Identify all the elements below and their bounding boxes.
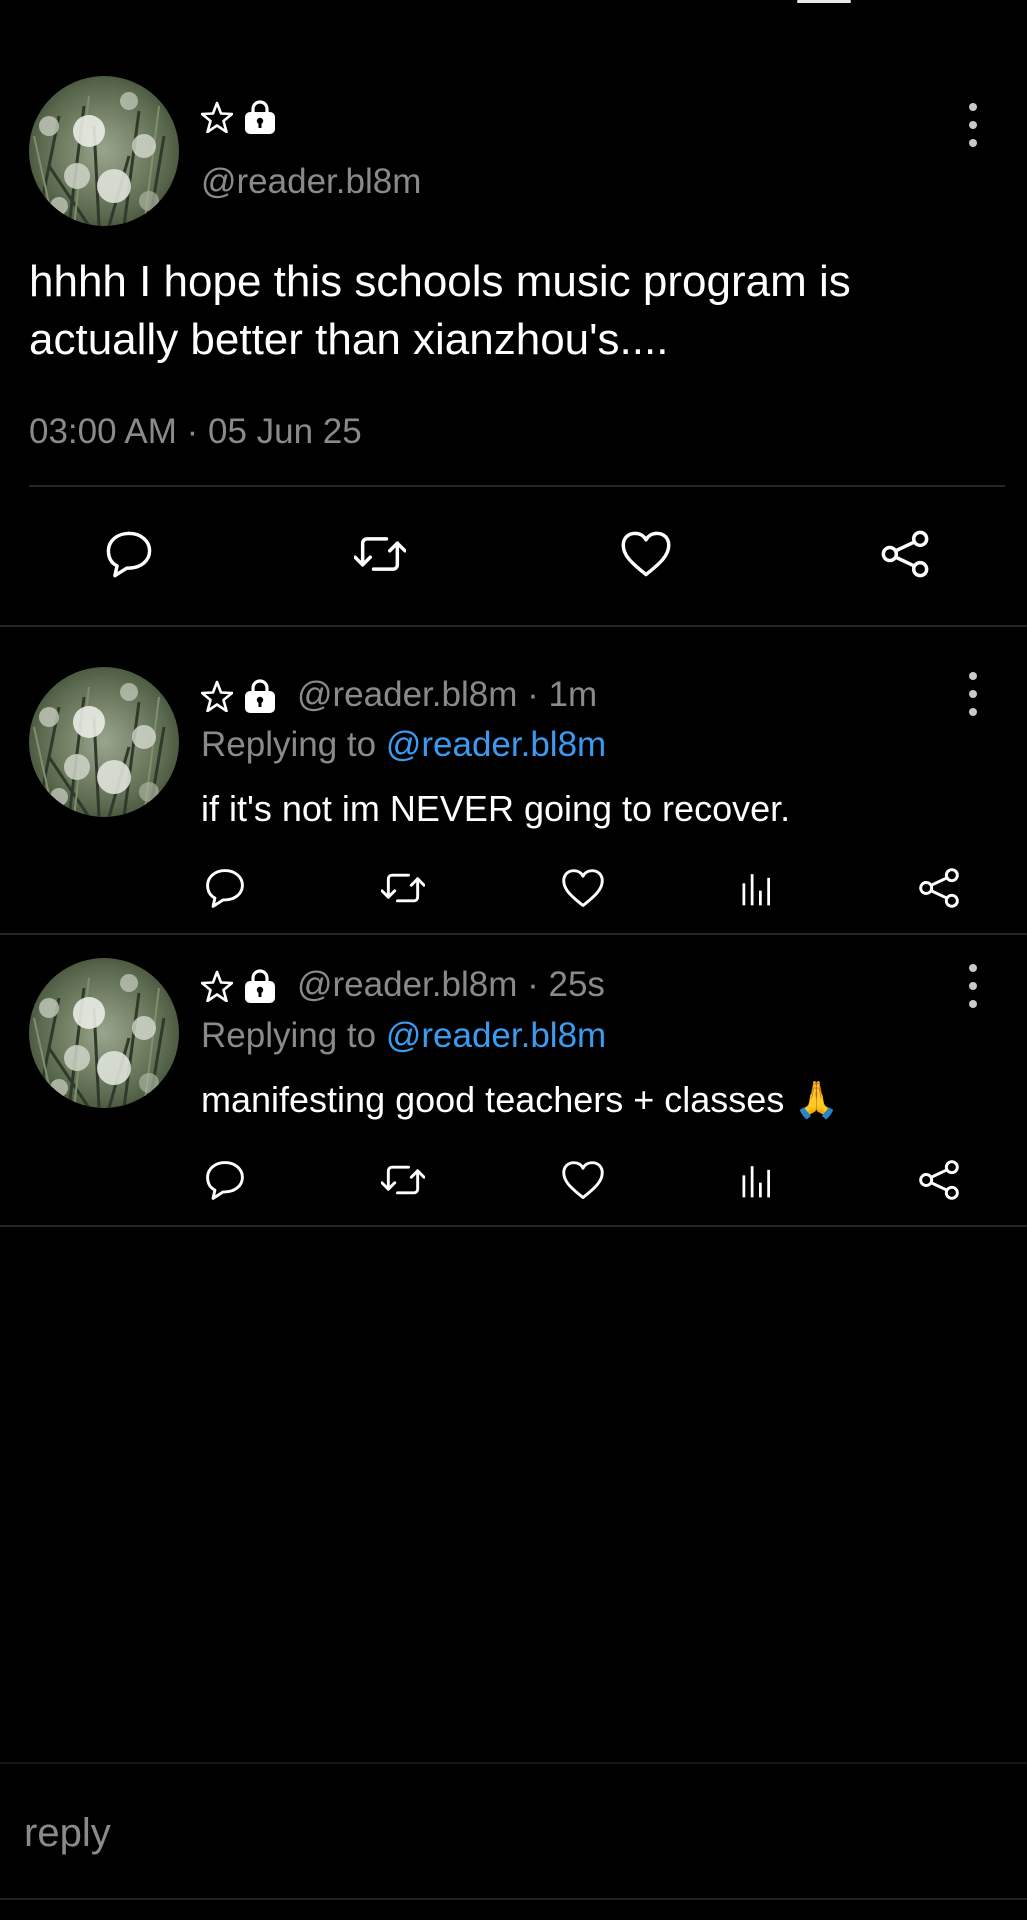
stats-icon[interactable] [737,865,781,914]
meta-separator: · [527,965,539,1004]
like-icon[interactable] [561,867,605,916]
reply-meta: @reader.bl8m · 1m [297,673,597,717]
replying-to-label: Replying to [201,1016,377,1055]
repost-icon[interactable] [353,528,407,585]
avatar[interactable] [29,958,179,1108]
star-icon [201,101,233,133]
more-options-icon[interactable] [963,672,983,716]
profile-badges [201,678,277,714]
more-options-icon[interactable] [963,103,983,147]
divider [0,625,1027,627]
stats-icon[interactable] [737,1157,781,1206]
like-icon[interactable] [620,529,672,586]
author-handle[interactable]: @reader.bl8m [201,160,421,204]
comment-icon[interactable] [103,528,155,585]
replying-to-handle[interactable]: @reader.bl8m [386,1016,606,1055]
composer-bottom-border [0,1898,1027,1900]
divider [0,933,1027,935]
composer-top-border [0,1762,1027,1764]
meta-separator: · [527,675,539,714]
top-indicator [797,0,851,3]
replying-to: Replying to @reader.bl8m [201,1014,606,1058]
author-handle[interactable]: @reader.bl8m [297,675,517,714]
replying-to: Replying to @reader.bl8m [201,723,606,767]
share-icon[interactable] [917,866,961,915]
replying-to-handle[interactable]: @reader.bl8m [386,725,606,764]
divider [29,485,1005,487]
comment-icon[interactable] [203,866,247,915]
star-icon [201,680,233,712]
star-icon [201,970,233,1002]
profile-badges [201,968,277,1004]
divider [0,1225,1027,1227]
author-handle[interactable]: @reader.bl8m [297,965,517,1004]
share-icon[interactable] [917,1158,961,1207]
like-icon[interactable] [561,1159,605,1208]
reply-meta: @reader.bl8m · 25s [297,963,605,1007]
lock-icon [243,678,277,714]
more-options-icon[interactable] [963,964,983,1008]
repost-icon[interactable] [380,1158,426,1207]
reply-text: if it's not im NEVER going to recover. [201,788,791,829]
comment-icon[interactable] [203,1158,247,1207]
repost-icon[interactable] [380,866,426,915]
replying-to-label: Replying to [201,725,377,764]
post-timestamp: 03:00 AM · 05 Jun 25 [29,412,362,451]
relative-time: 1m [548,675,598,714]
profile-badges [201,99,277,135]
avatar[interactable] [29,667,179,817]
share-icon[interactable] [879,528,931,585]
reply-composer[interactable]: reply [24,1808,111,1858]
relative-time: 25s [548,965,605,1004]
avatar[interactable] [29,76,179,226]
lock-icon [243,99,277,135]
lock-icon [243,968,277,1004]
post-text: hhhh I hope this schools music program i… [29,257,851,364]
reply-text: manifesting good teachers + classes 🙏 [201,1079,840,1120]
